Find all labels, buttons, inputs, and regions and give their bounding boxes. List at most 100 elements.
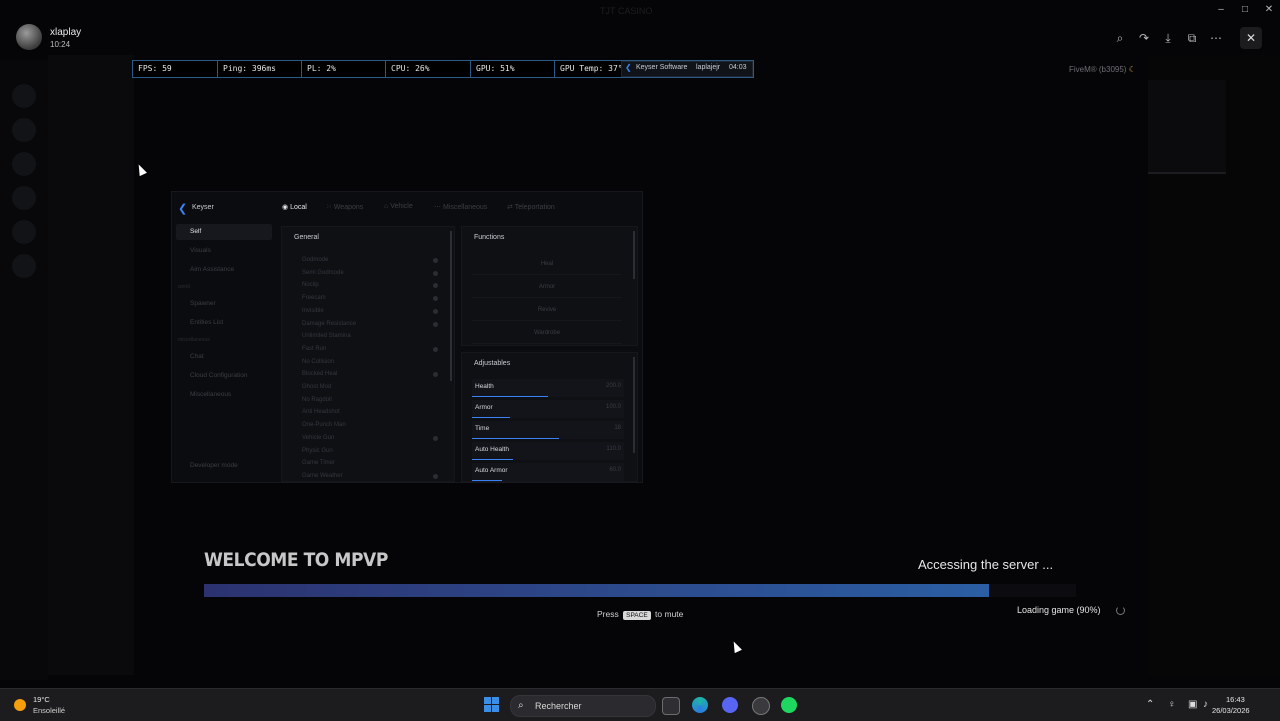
sidebar-item-visuals[interactable]: Visuals (176, 243, 272, 259)
network-icon[interactable]: ▣ (1188, 699, 1197, 710)
option-row[interactable]: No Collision (292, 356, 442, 368)
sun-icon[interactable] (14, 699, 26, 711)
option-label: Game Weather (302, 472, 343, 479)
clock-time[interactable]: 16:43 (1226, 695, 1245, 704)
clock-date[interactable]: 26/03/2026 (1212, 706, 1250, 715)
slider-label: Auto Health (475, 446, 509, 453)
settings-dot-icon[interactable] (433, 283, 438, 289)
tab-teleportation[interactable]: ⇄ Teleportation (507, 203, 555, 211)
scrollbar[interactable] (633, 231, 635, 279)
option-row[interactable]: Physic Gun (292, 445, 442, 457)
keyser-user: laplajejr (696, 64, 721, 71)
tab-local[interactable]: ◉ Local (282, 203, 307, 211)
minimize-icon[interactable]: – (1213, 4, 1229, 16)
option-row[interactable]: No Ragdoll (292, 394, 442, 406)
settings-dot-icon[interactable] (433, 346, 438, 352)
windows-start-icon[interactable] (484, 697, 500, 713)
option-row[interactable]: Freecam (292, 292, 442, 304)
download-icon[interactable]: ⤓ (1157, 28, 1179, 48)
discord-icon[interactable] (722, 697, 738, 713)
accessing-server-text: Accessing the server ... (918, 557, 1054, 572)
fivem-label: FiveM® (b3095) ☾ (1069, 65, 1136, 74)
option-row[interactable]: Game Timer (292, 457, 442, 469)
chevron-up-icon[interactable]: ⌃ (1146, 699, 1154, 710)
slider-value: 18 (614, 425, 621, 431)
open-external-icon[interactable]: ⧉ (1181, 28, 1203, 48)
scrollbar[interactable] (450, 231, 452, 381)
option-row[interactable]: Unlimited Stamina (292, 330, 442, 342)
fivem-icon[interactable] (752, 697, 770, 715)
option-row[interactable]: Blocked Heal (292, 368, 442, 380)
option-label: Godmode (302, 257, 329, 263)
keyser-logo-icon: ❮ (625, 63, 632, 72)
zoom-in-icon[interactable]: ⌕ (1109, 28, 1131, 48)
settings-dot-icon[interactable] (433, 372, 438, 378)
edge-icon[interactable] (692, 697, 708, 713)
sidebar-item-miscellaneous[interactable]: Miscellaneous (176, 387, 272, 403)
sidebar-item-entities-list[interactable]: Entities List (176, 315, 272, 331)
viewer-header: TJT CASINO xlaplay 10:24 ⌕ ↷ ⤓ ⧉ ⋯ ✕ – □… (0, 0, 1280, 56)
adjustables-title: Adjustables (474, 360, 511, 367)
option-row[interactable]: Anti Headshot (292, 406, 442, 418)
option-label: Invisible (302, 307, 324, 314)
option-label: Physic Gun (302, 447, 333, 454)
settings-dot-icon[interactable] (433, 435, 438, 441)
option-row[interactable]: Semi Godmode (292, 267, 442, 279)
option-row[interactable]: Game Weather (292, 470, 442, 481)
sidebar-item-cloud-configuration[interactable]: Cloud Configuration (176, 368, 272, 384)
developer-mode-button[interactable]: Developer mode (176, 458, 272, 474)
avatar[interactable] (16, 24, 42, 50)
wardrobe-button[interactable]: Wardrobe (472, 323, 622, 344)
more-icon[interactable]: ⋯ (1205, 28, 1227, 48)
option-row[interactable]: Invisible (292, 305, 442, 317)
window-close-icon[interactable]: ✕ (1261, 4, 1277, 16)
sidebar-item-spawner[interactable]: Spawner (176, 296, 272, 312)
close-icon[interactable]: ✕ (1240, 27, 1262, 49)
sidebar-item-label: Miscellaneous (190, 391, 232, 398)
option-row[interactable]: Ghost Mod (292, 381, 442, 393)
keyser-logo-icon: ❮ (178, 203, 188, 215)
adjustable-slider[interactable]: Time 18 (472, 421, 624, 439)
sidebar-item-label: Self (190, 228, 202, 235)
slider-fill (472, 459, 514, 460)
sidebar-item-aim-assistance[interactable]: Aim Assistance (176, 262, 272, 278)
spotify-icon[interactable] (781, 697, 797, 713)
search-icon: ⌕ (518, 700, 524, 711)
settings-dot-icon[interactable] (433, 270, 438, 276)
volume-icon[interactable]: ♪ (1203, 699, 1208, 710)
settings-dot-icon[interactable] (433, 308, 438, 314)
option-row[interactable]: Fast Run (292, 343, 442, 355)
option-row[interactable]: Noclip (292, 279, 442, 291)
revive-button[interactable]: Revive (472, 300, 622, 321)
functions-title: Functions (474, 234, 505, 241)
option-row[interactable]: Vehicle Gun (292, 432, 442, 444)
adjustable-slider[interactable]: Auto Health 110.0 (472, 442, 624, 460)
option-row[interactable]: Godmode (292, 254, 442, 266)
option-label: Anti Headshot (302, 409, 340, 416)
sidebar-item-chat[interactable]: Chat (176, 349, 272, 365)
heal-button[interactable]: Heal (472, 254, 622, 275)
option-row[interactable]: Damage Resistance (292, 318, 442, 330)
slider-label: Time (475, 425, 490, 432)
settings-dot-icon[interactable] (433, 321, 438, 327)
tab-vehicle[interactable]: ⌂ Vehicle (384, 203, 413, 210)
share-icon[interactable]: ↷ (1133, 28, 1155, 48)
settings-dot-icon[interactable] (433, 258, 438, 263)
tab-weapons[interactable]: ⁙ Weapons (326, 203, 363, 211)
option-row[interactable]: One-Punch Man (292, 419, 442, 431)
taskbar-search[interactable]: ⌕ Rechercher (510, 695, 656, 717)
microphone-icon[interactable]: ♀ (1168, 699, 1176, 710)
settings-dot-icon[interactable] (433, 473, 438, 479)
adjustable-slider[interactable]: Armor 100.0 (472, 400, 624, 418)
sidebar-item-label: Chat (190, 353, 204, 360)
scrollbar[interactable] (633, 357, 635, 453)
tab-miscellaneous[interactable]: ⋯ Miscellaneous (434, 203, 487, 211)
adjustable-slider[interactable]: Health 200.0 (472, 379, 624, 397)
maximize-icon[interactable]: □ (1237, 4, 1253, 16)
server-rail (0, 60, 48, 680)
settings-dot-icon[interactable] (433, 296, 438, 302)
sidebar-item-self[interactable]: Self (176, 224, 272, 240)
adjustable-slider[interactable]: Auto Armor 60.0 (472, 463, 624, 481)
armor-button[interactable]: Armor (472, 277, 622, 298)
file-explorer-icon[interactable] (662, 697, 680, 715)
